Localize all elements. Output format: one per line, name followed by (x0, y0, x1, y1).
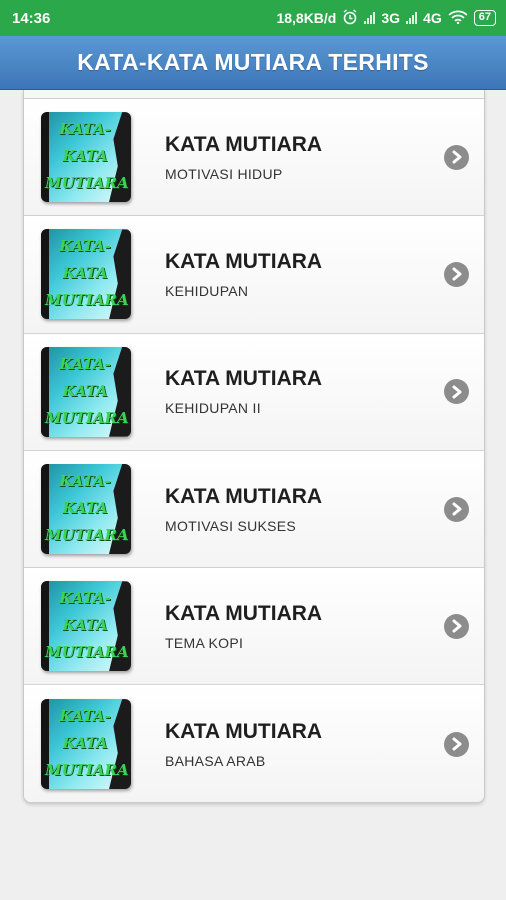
status-time: 14:36 (12, 9, 51, 27)
data-speed: 18,8KB/d (276, 10, 337, 26)
list-item[interactable]: KATA-KATA MUTIARA TERHITS KATA MUTIARA B… (24, 685, 484, 802)
network-label-1: 3G (381, 10, 401, 26)
item-title: KATA MUTIARA (165, 719, 323, 743)
chevron-right-icon[interactable] (444, 496, 469, 522)
item-texts: KATA MUTIARA BAHASA ARAB (165, 720, 444, 769)
chevron-right-icon[interactable] (444, 144, 469, 170)
thumbnail-logo-text: KATA-KATA MUTIARA TERHITS (45, 354, 129, 437)
item-title: KATA MUTIARA (165, 249, 323, 273)
item-subtitle: TEMA KOPI (165, 634, 244, 651)
item-subtitle: KEHIDUPAN II (165, 400, 261, 417)
item-thumbnail: KATA-KATA MUTIARA TERHITS (41, 229, 131, 320)
status-bar: 14:36 18,8KB/d 3G 4G 67 (0, 0, 506, 36)
list-item[interactable]: KATA-KATA MUTIARA TERHITS KATA MUTIARA M… (24, 99, 484, 217)
thumbnail-logo-text: KATA-KATA MUTIARA TERHITS (45, 120, 129, 202)
wifi-icon (448, 10, 468, 27)
item-thumbnail: KATA-KATA MUTIARA TERHITS (41, 581, 131, 672)
signal-icon (364, 12, 376, 24)
chevron-right-icon[interactable] (444, 731, 469, 757)
thumbnail-logo-text: KATA-KATA MUTIARA TERHITS (45, 472, 129, 554)
alarm-icon (342, 8, 358, 28)
item-thumbnail: KATA-KATA MUTIARA TERHITS (41, 699, 131, 790)
list-item[interactable]: KATA-KATA MUTIARA TERHITS KATA MUTIARA M… (24, 450, 484, 569)
item-subtitle: MOTIVASI SUKSES (165, 517, 297, 534)
thumbnail-logo-text: KATA-KATA MUTIARA TERHITS (45, 237, 129, 319)
item-title: KATA MUTIARA (165, 132, 323, 156)
app-bar: KATA-KATA MUTIARA TERHITS (0, 36, 506, 90)
item-title: KATA MUTIARA (165, 367, 323, 391)
network-label-2: 4G (423, 10, 442, 26)
chevron-right-icon[interactable] (444, 261, 469, 287)
item-subtitle: BAHASA ARAB (165, 752, 266, 769)
item-texts: KATA MUTIARA TEMA KOPI (165, 602, 444, 651)
item-thumbnail: KATA-KATA MUTIARA TERHITS (41, 112, 131, 203)
item-thumbnail: KATA-KATA MUTIARA TERHITS (41, 464, 131, 555)
item-texts: KATA MUTIARA KEHIDUPAN II (165, 367, 444, 416)
item-subtitle: MOTIVASI HIDUP (165, 165, 283, 182)
list-item[interactable]: KATA-KATA MUTIARA TERHITS KATA MUTIARA K… (24, 216, 484, 334)
item-title: KATA MUTIARA (165, 484, 323, 508)
signal-icon-2 (406, 12, 418, 24)
item-texts: KATA MUTIARA KEHIDUPAN (165, 250, 444, 299)
battery-level: 67 (478, 11, 491, 23)
status-indicators: 18,8KB/d 3G 4G 67 (276, 8, 496, 28)
item-subtitle: KEHIDUPAN (165, 282, 249, 299)
item-thumbnail: KATA-KATA MUTIARA TERHITS (41, 346, 131, 437)
list-top-divider (24, 90, 484, 99)
list-item[interactable]: KATA-KATA MUTIARA TERHITS KATA MUTIARA K… (24, 333, 484, 451)
thumbnail-logo-text: KATA-KATA MUTIARA TERHITS (45, 707, 129, 789)
menu-list: KATA-KATA MUTIARA TERHITS KATA MUTIARA M… (23, 90, 485, 803)
item-texts: KATA MUTIARA MOTIVASI HIDUP (165, 133, 444, 182)
thumbnail-logo-text: KATA-KATA MUTIARA TERHITS (45, 589, 129, 671)
battery-icon: 67 (473, 10, 496, 26)
item-texts: KATA MUTIARA MOTIVASI SUKSES (165, 485, 444, 534)
item-title: KATA MUTIARA (165, 601, 323, 625)
list-item[interactable]: KATA-KATA MUTIARA TERHITS KATA MUTIARA T… (24, 568, 484, 686)
chevron-right-icon[interactable] (444, 613, 469, 639)
chevron-right-icon[interactable] (444, 379, 469, 405)
app-title: KATA-KATA MUTIARA TERHITS (77, 49, 429, 75)
